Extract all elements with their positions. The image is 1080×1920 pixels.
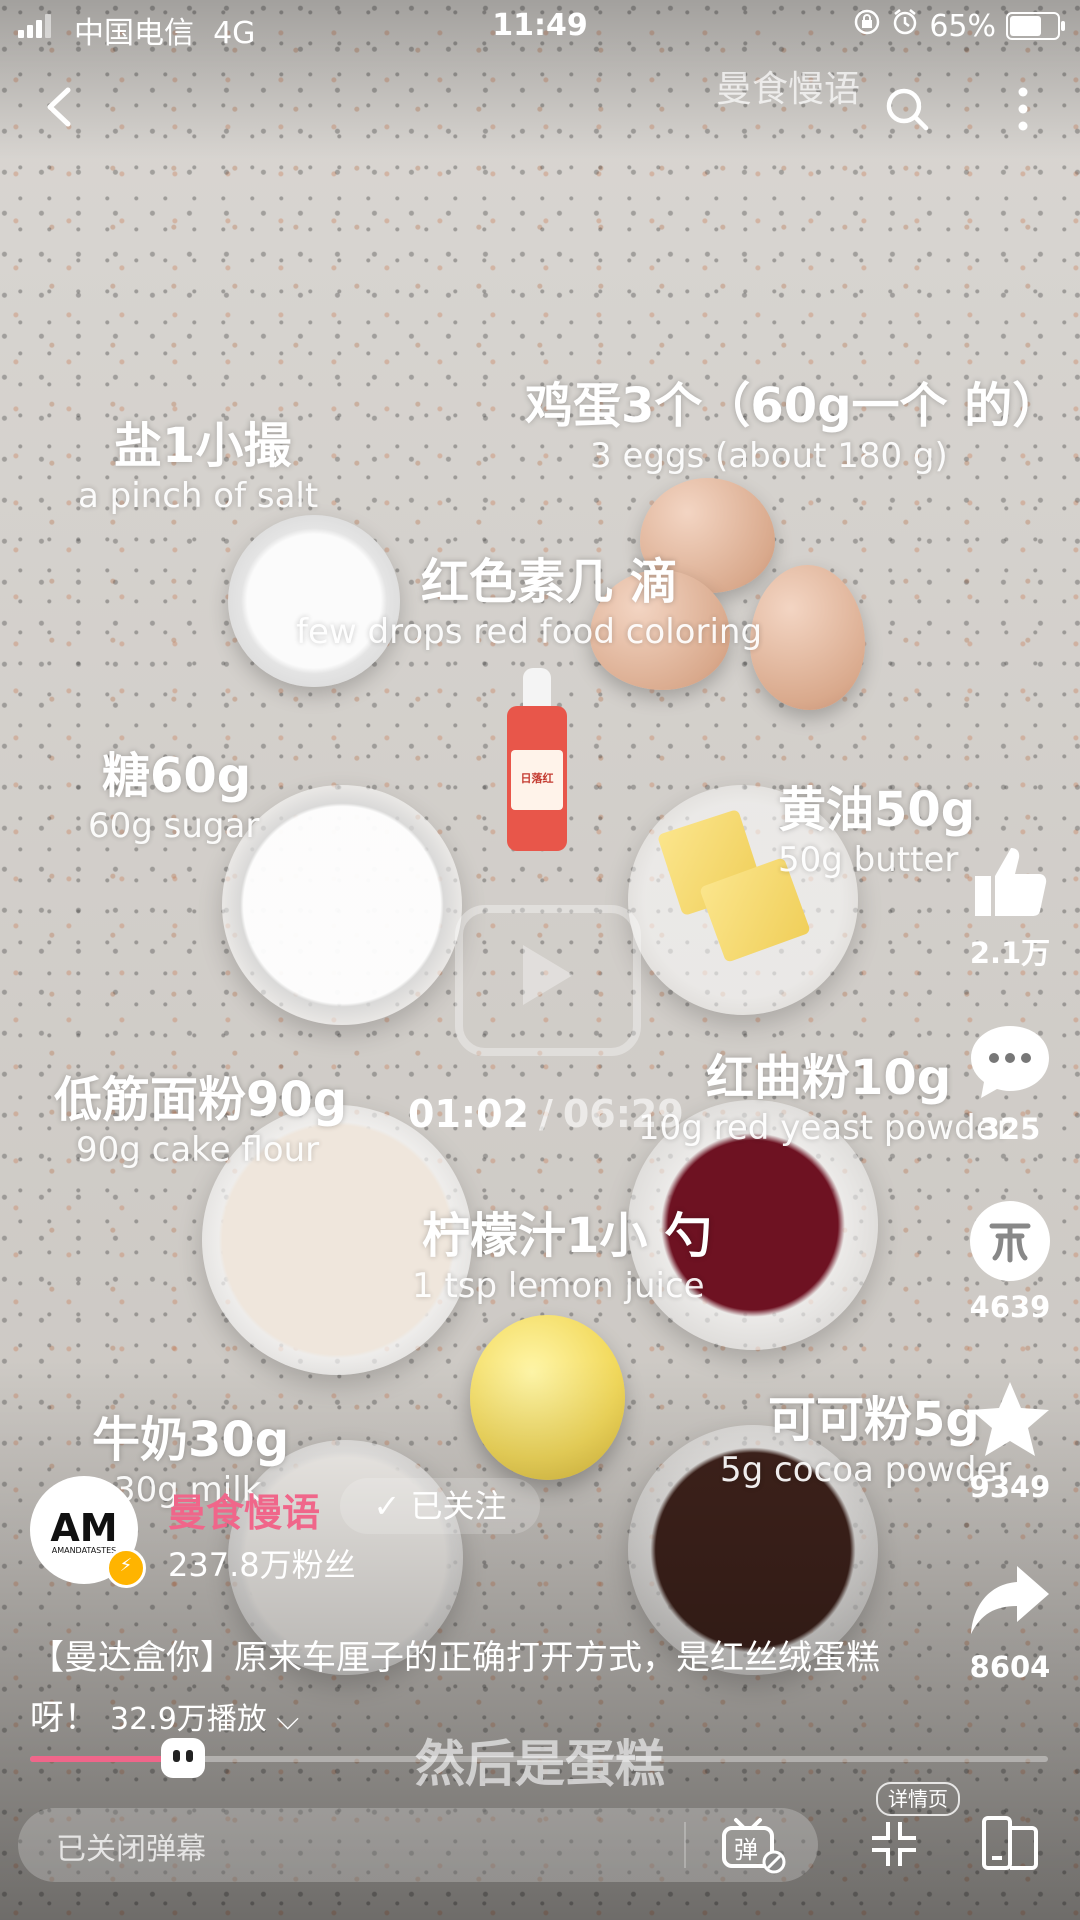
comment-button[interactable]: 325 bbox=[960, 1020, 1060, 1146]
battery-percent: 65% bbox=[929, 8, 996, 44]
svg-text:弹: 弹 bbox=[734, 1836, 758, 1864]
food-coloring-bottle: 日落红 bbox=[505, 668, 569, 853]
share-arrow-icon bbox=[967, 1558, 1053, 1644]
timecode: 01:02/06:29 bbox=[408, 1092, 684, 1136]
collapse-icon[interactable] bbox=[868, 1818, 920, 1870]
label-salt: 盐1小撮 a pinch of salt bbox=[78, 418, 319, 516]
coin-button[interactable]: 4639 bbox=[960, 1198, 1060, 1324]
danmaku-toggle-button[interactable]: 弹 bbox=[720, 1816, 786, 1876]
label-lemon-juice: 柠檬汁1小 勺1 tsp lemon juice bbox=[412, 1208, 713, 1306]
alarm-icon bbox=[891, 8, 919, 44]
status-bar: 中国电信 4G 11:49 65% bbox=[0, 0, 1080, 54]
danmaku-input[interactable]: 已关闭弹幕 bbox=[18, 1808, 818, 1882]
more-options-button[interactable] bbox=[1008, 84, 1038, 134]
label-eggs: 鸡蛋3个（60g一个 的） 3 eggs (about 180 g) bbox=[525, 378, 1061, 476]
channel-watermark: 曼食慢语 bbox=[716, 69, 861, 110]
current-time: 01:02 bbox=[408, 1092, 529, 1136]
label-flour: 低筋面粉90g 90g cake flour bbox=[54, 1072, 348, 1170]
play-watermark-icon bbox=[455, 905, 641, 1056]
label-food-coloring: 红色素几 滴 few drops red food coloring bbox=[296, 554, 763, 652]
share-button[interactable]: 8604 bbox=[960, 1558, 1060, 1684]
like-button[interactable]: 2.1万 bbox=[960, 838, 1060, 972]
label-butter: 黄油50g 50g butter bbox=[778, 782, 976, 880]
total-time: 06:29 bbox=[562, 1092, 684, 1136]
search-button[interactable] bbox=[882, 84, 932, 134]
battery-icon bbox=[1006, 12, 1065, 40]
verified-lightning-icon: ⚡ bbox=[106, 1548, 146, 1588]
fan-count: 237.8万粉丝 bbox=[168, 1546, 356, 1584]
back-button[interactable] bbox=[36, 82, 86, 132]
detail-page-tag[interactable]: 详情页 bbox=[876, 1782, 960, 1816]
follow-button[interactable]: ✓ 已关注 bbox=[340, 1478, 540, 1534]
author-name[interactable]: 曼食慢语 bbox=[168, 1482, 320, 1537]
progress-fill bbox=[30, 1756, 166, 1762]
comment-icon bbox=[967, 1020, 1053, 1106]
landscape-mode-icon[interactable] bbox=[980, 1814, 1040, 1872]
label-sugar: 糖60g 60g sugar bbox=[88, 748, 260, 846]
progress-knob-tv-icon[interactable] bbox=[161, 1738, 206, 1778]
label-red-yeast: 红曲粉10g 10g red yeast powder bbox=[638, 1050, 1011, 1148]
favorite-button[interactable]: 9349 bbox=[960, 1378, 1060, 1504]
star-icon bbox=[967, 1378, 1053, 1464]
coin-icon bbox=[967, 1198, 1053, 1284]
rotation-lock-icon bbox=[853, 8, 881, 44]
thumbs-up-icon bbox=[967, 838, 1053, 924]
